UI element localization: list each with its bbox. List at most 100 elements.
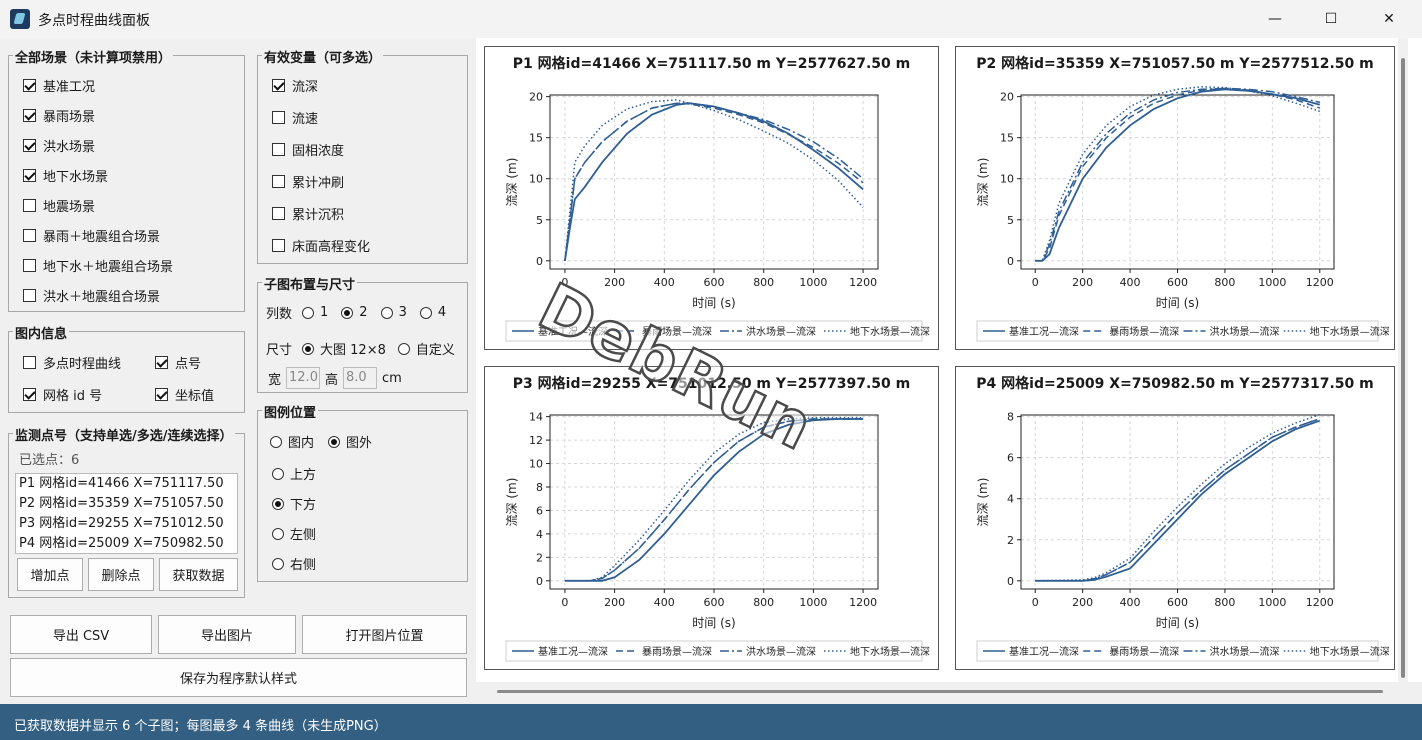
variable-1-checkbox[interactable] [272,111,285,124]
x-tick-label: 200 [604,596,625,609]
variable-2-label: 固相浓度 [292,144,345,159]
scenario-3-row: 地下水场景 [23,166,108,185]
points-group: 监测点号（支持单选/多选/连续选择） 已选点：6 P1 网格id=41466 X… [8,425,245,598]
list-item[interactable]: P3 网格id=29255 X=751012.50 [16,514,237,534]
size-row: 尺寸 大图 12×8 自定义 [266,339,455,358]
legend-bottom-label: 下方 [290,498,317,513]
coord-checkbox[interactable] [155,388,168,401]
cols-radio-1[interactable] [302,306,315,319]
vertical-scrollbar[interactable] [1398,38,1408,682]
export-image-button[interactable]: 导出图片 [158,615,296,654]
export-csv-button[interactable]: 导出 CSV [10,615,152,654]
cols-label-3: 3 [398,305,407,320]
x-tick-label: 200 [1072,276,1093,289]
y-tick-label: 0 [536,575,543,588]
scenario-5-row: 暴雨＋地震组合场景 [23,226,160,245]
x-tick-label: 400 [1120,276,1141,289]
cols-radio-4[interactable] [419,306,432,319]
cols-radio-2[interactable] [341,306,354,319]
variable-2-checkbox[interactable] [272,143,285,156]
legend-entry: 暴雨场景—流深 [1109,325,1179,338]
variable-1-label: 流速 [292,112,319,127]
y-tick-label: 20 [1000,91,1014,104]
point-no-checkbox[interactable] [155,356,168,369]
variable-0-row: 流深 [272,76,318,95]
variable-0-checkbox[interactable] [272,79,285,92]
scenario-3-checkbox[interactable] [23,169,36,182]
window-title: 多点时程曲线面板 [38,13,150,29]
variables-title: 有效变量（可多选） [262,47,384,66]
y-tick-label: 4 [1007,493,1014,506]
delete-point-button[interactable]: 删除点 [88,558,154,591]
maximize-button[interactable]: ☐ [1308,6,1354,32]
y-tick-label: 6 [1007,452,1014,465]
x-axis-label: 时间 (s) [692,296,735,310]
x-tick-label: 800 [753,596,774,609]
fetch-data-button[interactable]: 获取数据 [159,558,238,591]
y-tick-label: 20 [529,91,543,104]
scenario-7-row: 洪水＋地震组合场景 [23,286,160,305]
width-label: 宽 [268,372,282,388]
scenario-4-checkbox[interactable] [23,199,36,212]
scenario-6-checkbox[interactable] [23,259,36,272]
unit-label: cm [382,370,402,386]
variable-3-checkbox[interactable] [272,175,285,188]
height-input[interactable]: 8.0 [343,367,378,389]
points-list[interactable]: P1 网格id=41466 X=751117.50 P2 网格id=35359 … [15,473,238,554]
legend-entry: 地下水场景—流深 [1310,325,1390,338]
layout-title: 子图布置与尺寸 [262,274,358,293]
grid-id-checkbox[interactable] [23,388,36,401]
variables-group: 有效变量（可多选） 流深 流速 固相浓度 累计冲刷 累计沉积 床面高程变化 [257,47,468,264]
y-tick-label: 4 [536,528,543,541]
legend-inside-radio[interactable] [270,435,282,448]
horizontal-scrollbar[interactable] [497,690,1383,693]
scenario-1-checkbox[interactable] [23,109,36,122]
open-image-location-button[interactable]: 打开图片位置 [302,615,467,654]
list-item[interactable]: P2 网格id=35359 X=751057.50 [16,494,237,514]
scenario-0-checkbox[interactable] [23,79,36,92]
width-input[interactable]: 12.0 [286,367,321,389]
list-item[interactable]: P1 网格id=41466 X=751117.50 [16,474,237,494]
info-title: 图内信息 [13,323,70,342]
minimize-button[interactable]: — [1252,6,1298,32]
scenario-7-checkbox[interactable] [23,289,36,302]
y-tick-label: 10 [529,173,543,186]
legend-top-label: 上方 [290,468,317,483]
multi-label: 多点时程曲线 [43,357,122,372]
list-item[interactable]: P4 网格id=25009 X=750982.50 [16,534,237,553]
size-custom-radio[interactable] [397,342,410,355]
x-tick-label: 1000 [1258,276,1286,289]
grid-id-label: 网格 id 号 [43,389,103,404]
legend-bottom-radio[interactable] [272,497,284,510]
close-button[interactable]: ✕ [1366,6,1412,32]
cols-row: 列数 1 2 3 4 [266,303,446,322]
save-default-style-button[interactable]: 保存为程序默认样式 [10,658,467,697]
variable-4-checkbox[interactable] [272,207,285,220]
legend-left-label: 左侧 [290,528,317,543]
height-label: 高 [325,372,339,388]
cols-radio-3[interactable] [380,306,393,319]
legend-left-radio[interactable] [272,527,284,540]
scenario-5-checkbox[interactable] [23,229,36,242]
legend-pos-title: 图例位置 [262,402,319,421]
scenario-6-row: 地下水＋地震组合场景 [23,256,173,275]
size-big-radio[interactable] [302,342,315,355]
size-custom-label: 自定义 [415,343,455,358]
variable-4-label: 累计沉积 [292,208,345,223]
y-tick-label: 8 [536,481,543,494]
vertical-scrollbar-thumb[interactable] [1401,58,1405,678]
scenario-2-checkbox[interactable] [23,139,36,152]
x-tick-label: 1200 [1306,276,1334,289]
add-point-button[interactable]: 增加点 [17,558,83,591]
legend-top-radio[interactable] [272,467,284,480]
scenario-3-label: 地下水场景 [43,170,109,185]
wh-row: 宽 12.0 高 8.0 cm [268,367,402,389]
variable-5-checkbox[interactable] [272,239,285,252]
scenarios-group: 全部场景（未计算项禁用） 基准工况 暴雨场景 洪水场景 地下水场景 地震场景 暴雨＋地震组… [8,47,245,312]
y-tick-label: 0 [1007,255,1014,268]
legend-outside-radio[interactable] [328,435,341,448]
y-tick-label: 8 [1007,411,1014,424]
legend-right-radio[interactable] [272,557,284,570]
point-no-label: 点号 [175,357,202,372]
multi-checkbox[interactable] [23,356,36,369]
